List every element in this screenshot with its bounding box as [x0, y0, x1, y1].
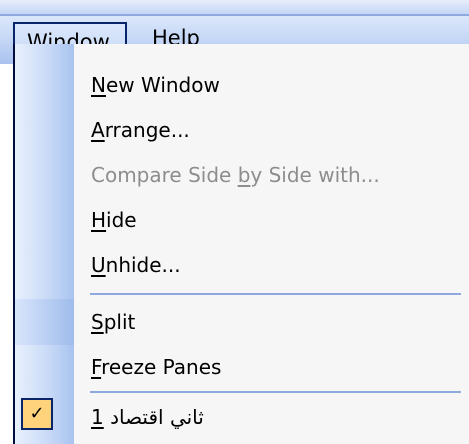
menu-item-compare-side-by-side: Compare Side by Side with... — [15, 152, 461, 198]
menu-item-hide[interactable]: Hide — [15, 197, 461, 243]
menu-item-label: Freeze Panes — [91, 355, 222, 379]
menu-item-label: Arrange... — [91, 118, 190, 142]
menu-separator — [90, 391, 461, 393]
menu-item-freeze-panes[interactable]: Freeze Panes — [15, 344, 461, 390]
menu-item-label: Unhide... — [91, 253, 181, 277]
menu-item-unhide[interactable]: Unhide... — [15, 242, 461, 288]
menu-item-arrange[interactable]: Arrange... — [15, 107, 461, 153]
menu-item-label: ثاني اقتصاد 1 — [91, 405, 204, 429]
menu-gutter-cell — [15, 299, 74, 345]
menu-item-label: Hide — [91, 208, 137, 232]
menu-item-open-workbook-1[interactable]: ✓ ثاني اقتصاد 1 — [15, 394, 461, 440]
window-menu-dropdown: New Window Arrange... Compare Side by Si… — [13, 44, 469, 444]
menu-item-label: Split — [91, 310, 136, 334]
window-top-edge — [0, 0, 469, 14]
menu-item-split[interactable]: Split — [15, 299, 461, 345]
menu-item-label: New Window — [91, 73, 220, 97]
menu-item-new-window[interactable]: New Window — [15, 62, 461, 108]
menu-item-label: Compare Side by Side with... — [91, 163, 380, 187]
checkmark-icon: ✓ — [21, 398, 53, 430]
menu-separator — [90, 293, 461, 295]
